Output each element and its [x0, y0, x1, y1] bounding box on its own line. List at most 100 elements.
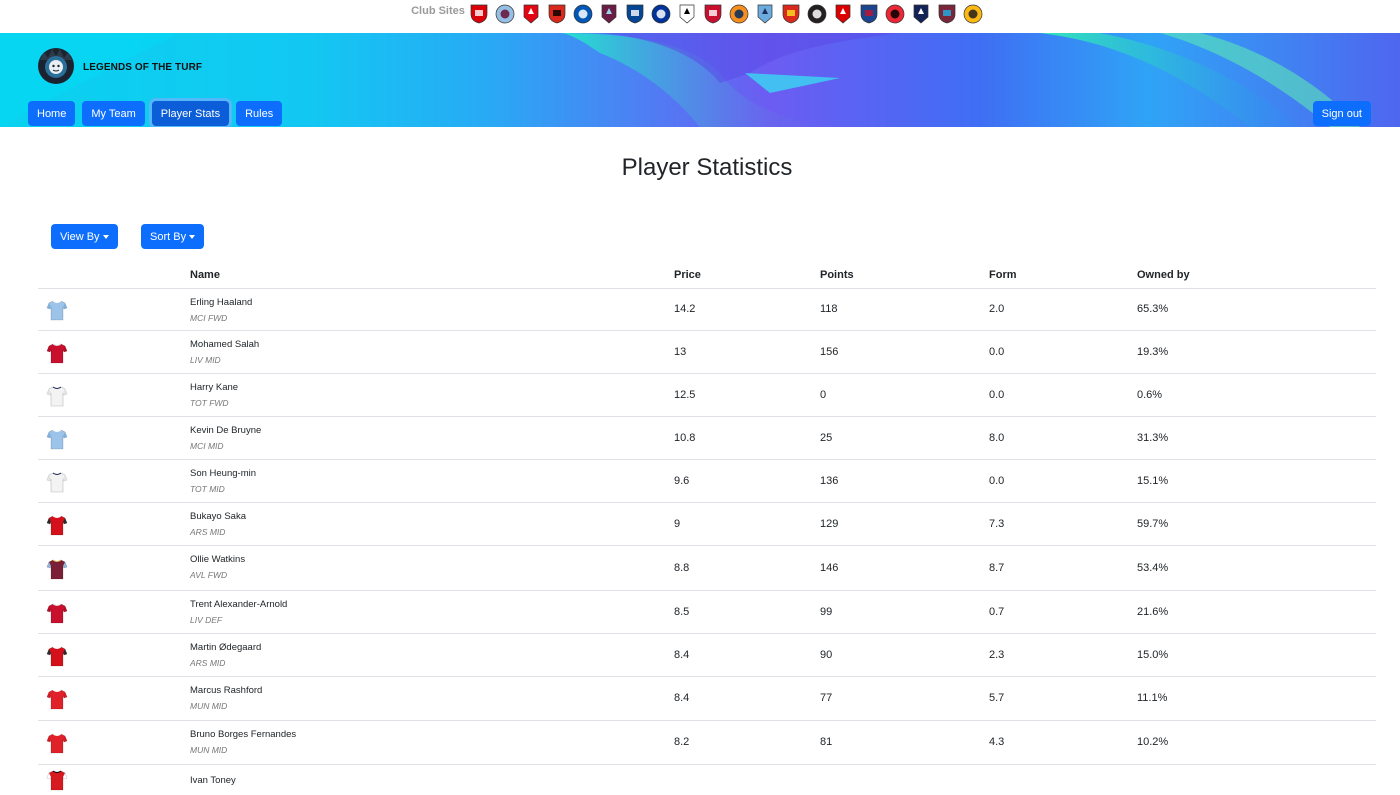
player-name[interactable]: Son Heung-min: [190, 468, 256, 479]
player-owned-by: 15.0%: [1137, 649, 1169, 661]
table-row[interactable]: Marcus Rashford MUN MID 8.4 77 5.7 11.1%: [38, 677, 1376, 721]
table-row[interactable]: Ollie Watkins AVL FWD 8.8 146 8.7 53.4%: [38, 546, 1376, 591]
player-name[interactable]: Mohamed Salah: [190, 339, 259, 350]
player-owned-by: 11.1%: [1137, 692, 1168, 704]
caret-down-icon: [102, 234, 109, 239]
player-points: 146: [820, 562, 839, 574]
club-sites-bar: Club Sites: [0, 0, 1400, 33]
player-name-cell: Trent Alexander-Arnold LIV DEF: [190, 599, 287, 625]
sort-by-dropdown[interactable]: Sort By: [141, 224, 205, 249]
player-team-position: MCI MID: [190, 441, 224, 451]
player-stats-table: Name Price Points Form Owned by Erling H…: [38, 262, 1376, 795]
player-name[interactable]: Marcus Rashford: [190, 685, 262, 696]
player-name[interactable]: Erling Haaland: [190, 297, 252, 308]
player-form: 0.0: [989, 346, 1005, 358]
table-row[interactable]: Erling Haaland MCI FWD 14.2 118 2.0 65.3%: [38, 289, 1376, 331]
player-name-cell: Kevin De Bruyne MCI MID: [190, 425, 261, 451]
luton-crest-icon[interactable]: [729, 3, 749, 25]
sheffield-united-crest-icon[interactable]: [885, 3, 905, 25]
aston-villa-crest-icon[interactable]: [495, 3, 515, 25]
player-name-cell: Ivan Toney: [190, 775, 236, 791]
nav-rules[interactable]: Rules: [236, 101, 283, 126]
man-united-crest-icon[interactable]: [781, 3, 801, 25]
west-ham-crest-icon[interactable]: [937, 3, 957, 25]
player-name-cell: Mohamed Salah LIV MID: [190, 339, 259, 365]
player-points: 25: [820, 432, 833, 444]
player-owned-by: 10.2%: [1137, 736, 1169, 748]
burnley-crest-icon[interactable]: [599, 3, 619, 25]
wolves-crest-icon[interactable]: [963, 3, 983, 25]
bournemouth-crest-icon[interactable]: [547, 3, 567, 25]
table-row[interactable]: Harry Kane TOT FWD 12.5 0 0.0 0.6%: [38, 374, 1376, 417]
nav-my-team[interactable]: My Team: [82, 101, 145, 126]
man-city-crest-icon[interactable]: [755, 3, 775, 25]
jersey-icon: [46, 342, 68, 367]
crystal-palace-crest-icon[interactable]: [859, 3, 879, 25]
column-header-owned-by[interactable]: Owned by: [1137, 269, 1190, 281]
table-row[interactable]: Son Heung-min TOT MID 9.6 136 0.0 15.1%: [38, 460, 1376, 503]
table-row[interactable]: Ivan Toney: [38, 765, 1376, 795]
nottingham-forest-crest-icon[interactable]: [833, 3, 853, 25]
player-points: 99: [820, 606, 833, 618]
view-by-dropdown[interactable]: View By: [51, 224, 118, 249]
table-row[interactable]: Bukayo Saka ARS MID 9 129 7.3 59.7%: [38, 503, 1376, 546]
player-price: 12.5: [674, 389, 696, 401]
player-name-cell: Bruno Borges Fernandes MUN MID: [190, 729, 296, 755]
player-name[interactable]: Kevin De Bruyne: [190, 425, 261, 436]
player-name[interactable]: Trent Alexander-Arnold: [190, 599, 287, 610]
player-owned-by: 31.3%: [1137, 432, 1169, 444]
brentford-crest-icon[interactable]: [521, 3, 541, 25]
player-points: 0: [820, 389, 827, 401]
table-row[interactable]: Bruno Borges Fernandes MUN MID 8.2 81 4.3 10.…: [38, 721, 1376, 765]
nav-home[interactable]: Home: [28, 101, 76, 126]
club-crest-list: [469, 3, 989, 25]
sort-by-label: Sort By: [150, 230, 187, 243]
table-row[interactable]: Trent Alexander-Arnold LIV DEF 8.5 99 0.7 21.…: [38, 591, 1376, 634]
jersey-icon: [46, 688, 68, 713]
player-owned-by: 15.1%: [1137, 475, 1169, 487]
player-team-position: TOT MID: [190, 484, 225, 494]
player-form: 4.3: [989, 736, 1005, 748]
table-row[interactable]: Mohamed Salah LIV MID 13 156 0.0 19.3%: [38, 331, 1376, 374]
player-name-cell: Marcus Rashford MUN MID: [190, 685, 262, 711]
player-name[interactable]: Martin Ødegaard: [190, 642, 261, 653]
jersey-icon: [46, 385, 68, 410]
player-name-cell: Harry Kane TOT FWD: [190, 382, 238, 408]
player-team-position: TOT FWD: [190, 398, 229, 408]
tottenham-crest-icon[interactable]: [911, 3, 931, 25]
newcastle-crest-icon[interactable]: [807, 3, 827, 25]
jersey-icon: [46, 602, 68, 627]
everton-crest-icon[interactable]: [651, 3, 671, 25]
player-name[interactable]: Ivan Toney: [190, 775, 236, 786]
brighton-crest-icon[interactable]: [573, 3, 593, 25]
lion-logo-icon[interactable]: [36, 46, 76, 86]
column-header-points[interactable]: Points: [820, 269, 854, 281]
player-name-cell: Ollie Watkins AVL FWD: [190, 554, 245, 580]
table-body: Erling Haaland MCI FWD 14.2 118 2.0 65.3% Moha…: [38, 289, 1376, 795]
arsenal-crest-icon[interactable]: [469, 3, 489, 25]
player-price: 8.2: [674, 736, 690, 748]
chelsea-crest-icon[interactable]: [625, 3, 645, 25]
player-form: 2.0: [989, 303, 1005, 315]
jersey-icon: [46, 645, 68, 670]
column-header-form[interactable]: Form: [989, 269, 1017, 281]
player-name[interactable]: Bruno Borges Fernandes: [190, 729, 296, 740]
player-owned-by: 59.7%: [1137, 518, 1169, 530]
liverpool-crest-icon[interactable]: [703, 3, 723, 25]
player-name[interactable]: Bukayo Saka: [190, 511, 246, 522]
caret-down-icon: [189, 234, 196, 239]
table-row[interactable]: Martin Ødegaard ARS MID 8.4 90 2.3 15.0%: [38, 634, 1376, 677]
player-name[interactable]: Ollie Watkins: [190, 554, 245, 565]
player-price: 8.8: [674, 562, 690, 574]
column-header-name[interactable]: Name: [190, 269, 220, 281]
sign-out-button[interactable]: Sign out: [1312, 101, 1371, 126]
column-header-price[interactable]: Price: [674, 269, 701, 281]
player-points: 81: [820, 736, 833, 748]
player-name[interactable]: Harry Kane: [190, 382, 238, 393]
fulham-crest-icon[interactable]: [677, 3, 697, 25]
player-price: 10.8: [674, 432, 696, 444]
table-row[interactable]: Kevin De Bruyne MCI MID 10.8 25 8.0 31.3%: [38, 417, 1376, 460]
page-title: Player Statistics: [621, 154, 793, 181]
nav-player-stats[interactable]: Player Stats: [151, 101, 230, 126]
player-price: 8.5: [674, 606, 690, 618]
